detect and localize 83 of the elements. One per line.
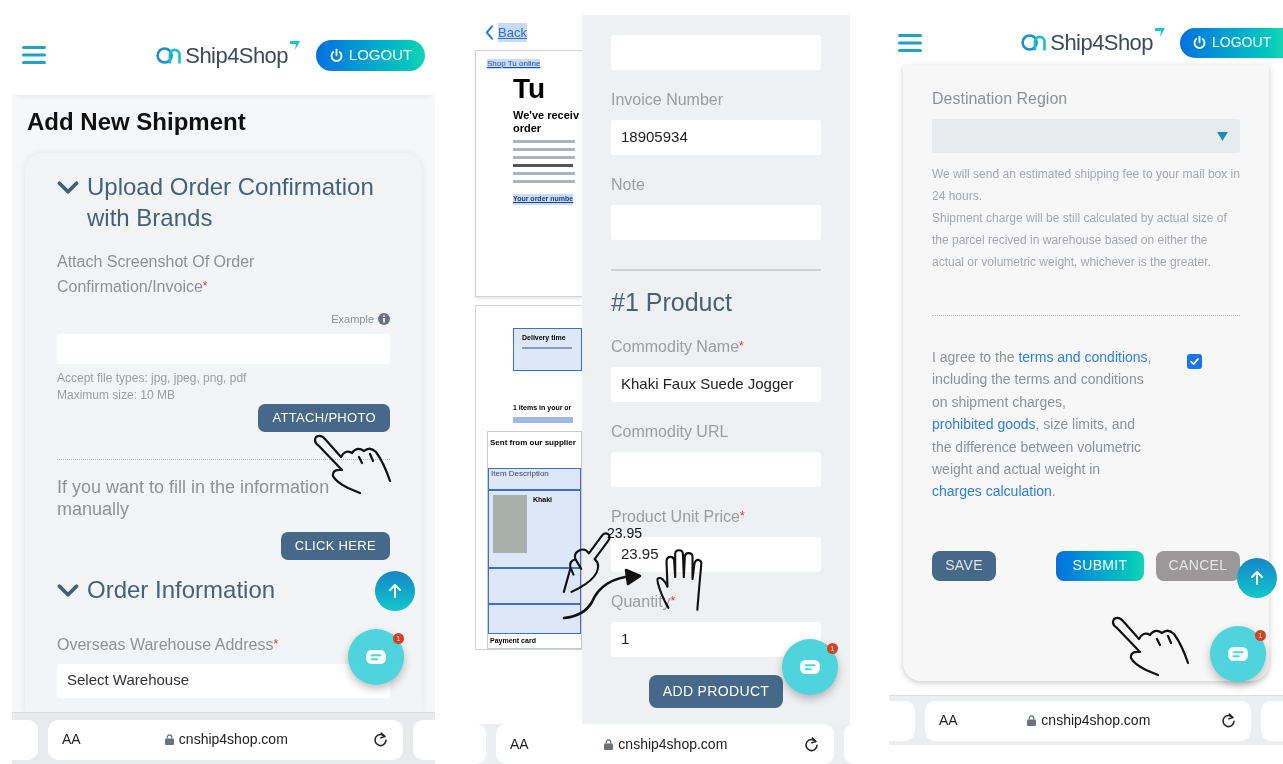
submit-button[interactable]: SUBMIT — [1056, 550, 1144, 581]
text-size-button[interactable]: AA — [510, 733, 529, 755]
field-label: Commodity Name* — [611, 337, 745, 357]
chat-icon — [799, 659, 821, 675]
info-icon[interactable] — [378, 313, 390, 326]
back-link[interactable]: Back — [498, 22, 527, 43]
field-label: Attach Screenshot Of Order Confirmation/Invoice* — [57, 252, 256, 297]
reload-icon[interactable] — [803, 735, 820, 753]
product-heading: #1 Product — [611, 287, 733, 317]
address-bar[interactable]: AA cnship4shop.com — [48, 719, 403, 760]
shop-link[interactable]: Shop Tu online — [487, 59, 541, 69]
input-field[interactable]: 1 — [611, 622, 821, 657]
input-field[interactable]: Khaki Faux Suede Jogger — [611, 367, 821, 402]
agreement-text: I agree to the terms and conditions, including the terms and conditions on shipment charges, prohibited goods, size limits, and the difference between volumetric weight and actual weight in charges calculation. — [932, 348, 1153, 502]
url-text: cnship4shop.com — [618, 734, 728, 754]
page-title: Add New Shipment — [26, 107, 247, 137]
chevron-down-icon[interactable] — [57, 582, 79, 598]
brand-name: Ship4Shop — [185, 41, 288, 70]
date-placeholder — [513, 417, 573, 423]
logo-icon — [1020, 32, 1049, 53]
field-label: Commodity URL — [611, 422, 730, 442]
input-field[interactable]: 23.95 — [611, 537, 821, 572]
power-icon — [1192, 35, 1207, 50]
example-link[interactable]: Example — [331, 311, 374, 328]
checkmark-icon — [1190, 358, 1199, 365]
chevron-down-icon[interactable] — [57, 180, 79, 195]
file-hint: Accept file types: jpg, jpeg, png, pdf Maximum size: 10 MB — [57, 369, 248, 404]
logo-mark-icon — [290, 40, 300, 50]
brand-logo: Tu — [513, 74, 547, 104]
text-line-placeholder — [513, 148, 575, 151]
supplier-label: Sent from our supplier — [489, 437, 577, 448]
arrow-up-icon — [387, 583, 403, 599]
input-field[interactable]: 18905934 — [611, 120, 821, 155]
click-here-button[interactable]: CLICK HERE — [280, 531, 390, 560]
field-label: Overseas Warehouse Address* — [57, 634, 280, 655]
pointing-hand-icon — [1110, 615, 1190, 677]
item-description-label: Item Description — [490, 468, 550, 480]
chat-icon — [1227, 646, 1249, 662]
field-label: Note — [611, 175, 646, 195]
manual-entry-text: If you want to fill in the information manually — [57, 475, 331, 520]
text-size-button[interactable]: AA — [939, 710, 958, 731]
menu-icon[interactable] — [22, 45, 46, 65]
url-text: cnship4shop.com — [178, 730, 288, 749]
text-line-placeholder — [513, 164, 573, 167]
logo-mark-icon — [1155, 28, 1165, 37]
warehouse-select[interactable]: Select Warehouse — [57, 663, 390, 698]
text-line-placeholder — [513, 156, 575, 159]
reload-icon[interactable] — [1220, 712, 1237, 729]
text-line-placeholder — [513, 140, 575, 143]
attach-photo-button[interactable]: ATTACH/PHOTO — [258, 403, 390, 432]
chat-icon — [365, 649, 387, 665]
text-line-placeholder — [522, 346, 572, 349]
agreement-link[interactable]: charges calculation — [932, 483, 1052, 500]
text-line-placeholder — [513, 180, 575, 183]
address-bar[interactable]: AA cnship4shop.com — [925, 700, 1251, 741]
text-line-placeholder — [513, 172, 575, 175]
lock-icon — [1027, 715, 1037, 726]
url-text: cnship4shop.com — [1041, 711, 1151, 730]
add-product-button[interactable]: ADD PRODUCT — [648, 675, 784, 708]
save-button[interactable]: SAVE — [932, 550, 996, 581]
agree-checkbox[interactable] — [1187, 354, 1202, 369]
text-size-button[interactable]: AA — [62, 729, 81, 750]
caret-down-icon — [1217, 131, 1228, 141]
email-heading: We've receiv order — [513, 109, 581, 135]
arrow-up-icon — [1249, 570, 1265, 586]
shipping-note: We will send an estimated shipping fee to your mail box in 24 hours. Shipment charge will be still calculated by actual size of the parcel recived in warehouse based on either the actual or volumetric weight, whichever is the greater. — [932, 166, 1240, 271]
agreement-link[interactable]: prohibited goods — [932, 416, 1036, 433]
lock-icon — [164, 734, 174, 745]
brand-name: Ship4Shop — [1050, 29, 1153, 57]
agreement-link[interactable]: terms and conditions — [1018, 349, 1148, 365]
section-title[interactable]: Order Information — [87, 573, 276, 605]
lock-icon — [604, 738, 614, 750]
reload-icon[interactable] — [372, 731, 389, 748]
photo-placeholder — [493, 494, 527, 553]
section-title[interactable]: Upload Order Confirmation with Brands — [87, 171, 390, 233]
address-bar[interactable]: AA cnship4shop.com — [496, 724, 834, 764]
power-icon — [328, 47, 344, 63]
field-label: Product Unit Price* — [611, 507, 746, 527]
field-label: Destination Region — [932, 89, 1069, 109]
logo-icon — [155, 44, 184, 66]
field-label: Invoice Number — [611, 90, 725, 110]
menu-icon[interactable] — [898, 32, 922, 53]
back-chevron-icon[interactable] — [485, 25, 494, 40]
